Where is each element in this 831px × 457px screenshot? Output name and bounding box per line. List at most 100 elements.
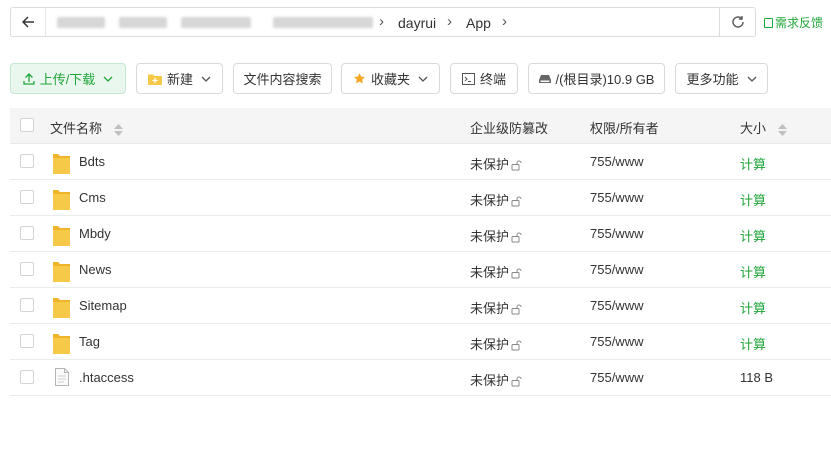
- star-icon: [353, 72, 366, 85]
- chevron-down-icon: [418, 76, 428, 82]
- terminal-label: 终端: [479, 72, 506, 87]
- favorites-label: 收藏夹: [370, 72, 410, 87]
- sort-icon[interactable]: [113, 124, 123, 139]
- folder-icon: [53, 224, 70, 249]
- column-header-size[interactable]: 大小: [740, 118, 787, 139]
- permission-owner[interactable]: 755/www: [590, 370, 643, 385]
- lock-icon: [511, 231, 522, 246]
- calculate-size-link[interactable]: 计算: [740, 190, 766, 209]
- column-header-name[interactable]: 文件名称: [50, 118, 123, 139]
- protection-status-label: 未保护: [470, 265, 510, 280]
- table-row[interactable]: .htaccess 未保护 755/www 118 B: [10, 360, 831, 396]
- file-name[interactable]: Sitemap: [79, 298, 127, 313]
- disk-button[interactable]: /(根目录)10.9 GB: [528, 63, 665, 94]
- calculate-size-link[interactable]: 计算: [740, 226, 766, 245]
- table-row[interactable]: Tag 未保护 755/www 计算: [10, 324, 831, 360]
- protection-status[interactable]: 未保护: [470, 262, 522, 282]
- back-arrow-icon[interactable]: [11, 8, 45, 36]
- permission-owner[interactable]: 755/www: [590, 154, 643, 169]
- folder-icon: [53, 260, 70, 285]
- breadcrumb-item-app[interactable]: App: [466, 15, 491, 31]
- permission-owner[interactable]: 755/www: [590, 334, 643, 349]
- chevron-right-icon: ›: [379, 13, 384, 30]
- lock-icon: [511, 267, 522, 282]
- protection-status[interactable]: 未保护: [470, 190, 522, 210]
- row-checkbox[interactable]: [20, 154, 34, 168]
- calculate-size-link[interactable]: 计算: [740, 298, 766, 317]
- column-header-protection: 企业级防篡改: [470, 121, 549, 136]
- row-checkbox[interactable]: [20, 190, 34, 204]
- file-table: 文件名称 企业级防篡改 权限/所有者 大小 Bdts 未保护 755/www 计算 Cm…: [10, 108, 831, 396]
- table-row[interactable]: Cms 未保护 755/www 计算: [10, 180, 831, 216]
- disk-label: /(根目录)10.9 GB: [555, 72, 655, 87]
- file-name[interactable]: Mbdy: [79, 226, 111, 241]
- protection-status[interactable]: 未保护: [470, 298, 522, 318]
- folder-icon: [53, 296, 70, 321]
- new-label: 新建: [166, 72, 193, 87]
- table-row[interactable]: Mbdy 未保护 755/www 计算: [10, 216, 831, 252]
- file-name[interactable]: Bdts: [79, 154, 105, 169]
- row-checkbox[interactable]: [20, 226, 34, 240]
- table-body: Bdts 未保护 755/www 计算 Cms 未保护 755/www 计算 Mbdy 未保护 75…: [10, 144, 831, 396]
- table-row[interactable]: Sitemap 未保护 755/www 计算: [10, 288, 831, 324]
- new-button[interactable]: 新建: [136, 63, 223, 94]
- path-bar: › dayrui › App ›: [10, 7, 756, 37]
- lock-icon: [511, 303, 522, 318]
- lock-icon: [511, 195, 522, 210]
- row-checkbox[interactable]: [20, 334, 34, 348]
- calculate-size-link[interactable]: 计算: [740, 154, 766, 173]
- protection-status[interactable]: 未保护: [470, 370, 522, 390]
- redacted-path-segment: [119, 17, 167, 28]
- terminal-icon: [461, 72, 475, 85]
- row-checkbox[interactable]: [20, 298, 34, 312]
- permission-owner[interactable]: 755/www: [590, 226, 643, 241]
- table-row[interactable]: Bdts 未保护 755/www 计算: [10, 144, 831, 180]
- feedback-label: 需求反馈: [775, 16, 824, 30]
- file-icon: [55, 368, 69, 389]
- breadcrumb-item-dayrui[interactable]: dayrui: [398, 15, 436, 31]
- permission-owner[interactable]: 755/www: [590, 262, 643, 277]
- calculate-size-link[interactable]: 计算: [740, 334, 766, 353]
- calculate-size-link[interactable]: 计算: [740, 262, 766, 281]
- refresh-icon[interactable]: [720, 8, 756, 36]
- protection-status[interactable]: 未保护: [470, 334, 522, 354]
- sort-icon[interactable]: [777, 124, 787, 139]
- upload-icon: [23, 72, 35, 85]
- favorites-button[interactable]: 收藏夹: [341, 63, 440, 94]
- protection-status-label: 未保护: [470, 301, 510, 316]
- row-checkbox[interactable]: [20, 262, 34, 276]
- terminal-button[interactable]: 终端: [450, 63, 518, 94]
- protection-status-label: 未保护: [470, 157, 510, 172]
- table-header: 文件名称 企业级防篡改 权限/所有者 大小: [10, 108, 831, 144]
- more-functions-button[interactable]: 更多功能: [675, 63, 768, 94]
- folder-icon: [53, 332, 70, 357]
- feedback-link[interactable]: 需求反馈: [764, 14, 823, 31]
- file-content-search-button[interactable]: 文件内容搜索: [233, 63, 332, 94]
- column-header-permission: 权限/所有者: [590, 121, 659, 136]
- protection-status-label: 未保护: [470, 373, 510, 388]
- folder-icon: [53, 188, 70, 213]
- more-functions-label: 更多功能: [686, 72, 739, 87]
- lock-icon: [511, 159, 522, 174]
- lock-icon: [511, 339, 522, 354]
- chevron-right-icon: ›: [502, 13, 507, 30]
- protection-status[interactable]: 未保护: [470, 154, 522, 174]
- disk-icon: [538, 74, 551, 84]
- permission-owner[interactable]: 755/www: [590, 298, 643, 313]
- chevron-right-icon: ›: [447, 13, 452, 30]
- chevron-down-icon: [201, 76, 211, 82]
- upload-download-button[interactable]: 上传/下载: [10, 63, 126, 94]
- chevron-down-icon: [747, 76, 757, 82]
- file-size: 118 B: [740, 370, 774, 385]
- protection-status[interactable]: 未保护: [470, 226, 522, 246]
- row-checkbox[interactable]: [20, 370, 34, 384]
- table-row[interactable]: News 未保护 755/www 计算: [10, 252, 831, 288]
- select-all-checkbox[interactable]: [20, 118, 34, 132]
- file-content-search-label: 文件内容搜索: [243, 72, 322, 87]
- redacted-path-segment: [273, 17, 373, 28]
- file-name[interactable]: Cms: [79, 190, 106, 205]
- permission-owner[interactable]: 755/www: [590, 190, 643, 205]
- file-name[interactable]: News: [79, 262, 112, 277]
- file-name[interactable]: .htaccess: [79, 370, 134, 385]
- file-name[interactable]: Tag: [79, 334, 100, 349]
